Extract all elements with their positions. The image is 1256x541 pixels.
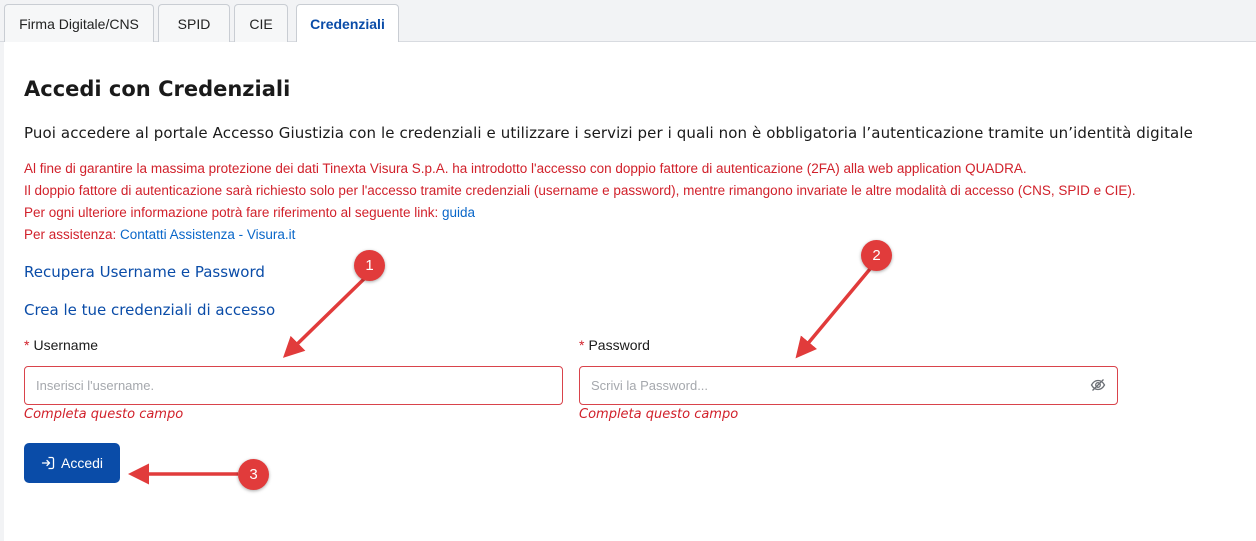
annotation-badge-3: 3 — [238, 459, 269, 490]
assistance-link[interactable]: Contatti Assistenza - Visura.it — [120, 227, 295, 242]
notice-line-credentials: Il doppio fattore di autenticazione sarà… — [24, 183, 1136, 198]
username-input[interactable] — [24, 366, 563, 405]
notice-line-2fa: Al fine di garantire la massima protezio… — [24, 161, 1027, 176]
tab-spid[interactable]: SPID — [158, 4, 230, 42]
notice-assistance-text: Per assistenza: — [24, 227, 121, 242]
password-input[interactable] — [579, 366, 1118, 405]
notice-line-info: Per ogni ulteriore informazione potrà fa… — [24, 205, 475, 220]
required-marker: * — [579, 337, 585, 353]
notice-info-text: Per ogni ulteriore informazione potrà fa… — [24, 205, 442, 220]
tab-bar: Firma Digitale/CNS SPID CIE Credenziali — [0, 0, 1256, 43]
guida-link[interactable]: guida — [442, 205, 475, 220]
annotation-badge-2: 2 — [861, 240, 892, 271]
password-label-text: Password — [588, 337, 650, 353]
required-marker: * — [24, 337, 30, 353]
tab-firma-digitale-cns[interactable]: Firma Digitale/CNS — [4, 4, 154, 42]
annotation-badge-1: 1 — [354, 250, 385, 281]
eye-off-icon[interactable] — [1090, 377, 1106, 393]
page-title: Accedi con Credenziali — [24, 77, 291, 101]
username-label-text: Username — [33, 337, 99, 353]
username-label: * Username — [24, 337, 98, 353]
username-error: Completa questo campo — [24, 407, 184, 422]
notice-line-assistance: Per assistenza: Contatti Assistenza - Vi… — [24, 227, 295, 242]
page-subtitle: Puoi accedere al portale Accesso Giustiz… — [24, 124, 1193, 142]
password-label: * Password — [579, 337, 650, 353]
login-button[interactable]: Accedi — [24, 443, 120, 483]
recover-credentials-link[interactable]: Recupera Username e Password — [24, 263, 265, 281]
login-button-label: Accedi — [60, 455, 104, 471]
tab-credenziali[interactable]: Credenziali — [296, 4, 399, 43]
tab-cie[interactable]: CIE — [234, 4, 288, 42]
password-error: Completa questo campo — [579, 407, 739, 422]
credentials-panel — [4, 42, 1256, 541]
create-credentials-link[interactable]: Crea le tue credenziali di accesso — [24, 301, 275, 319]
login-icon — [41, 456, 55, 470]
